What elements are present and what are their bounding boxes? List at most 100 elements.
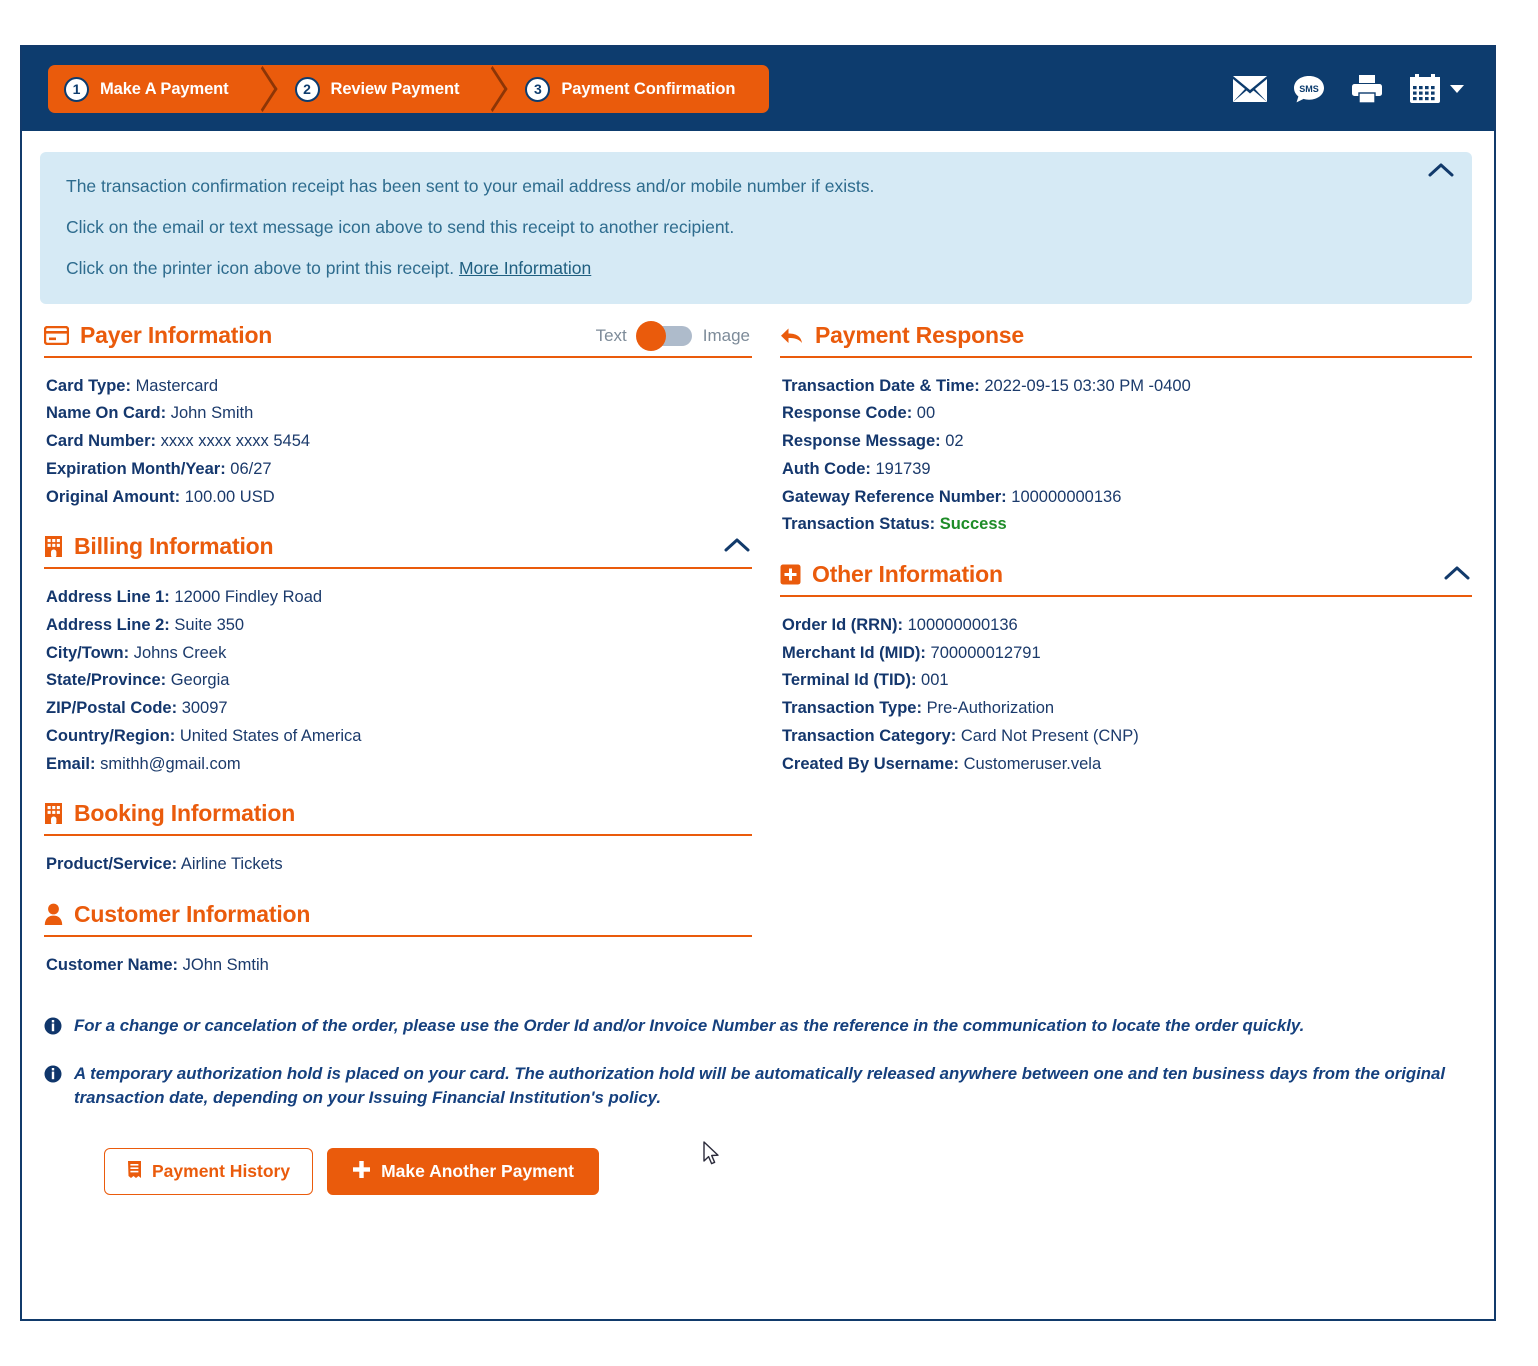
info-circle-icon <box>44 1017 62 1040</box>
step-1-label: Make A Payment <box>100 79 229 98</box>
booking-information-header: Booking Information <box>44 800 752 837</box>
field-value: Card Not Present (CNP) <box>960 726 1139 745</box>
field-key: Email: <box>46 754 96 773</box>
field-row: Terminal Id (TID): 001 <box>782 667 1472 695</box>
field-key: Merchant Id (MID): <box>782 643 926 662</box>
customer-information-fields: Customer Name: JOhn Smtih <box>44 937 752 986</box>
field-key: City/Town: <box>46 643 130 662</box>
printer-icon[interactable] <box>1351 74 1383 104</box>
payment-response-fields: Transaction Date & Time: 2022-09-15 03:3… <box>780 358 1472 545</box>
toggle-switch[interactable] <box>635 320 692 351</box>
field-key: Name On Card: <box>46 404 167 423</box>
field-key: Order Id (RRN): <box>782 615 903 634</box>
billing-information-fields: Address Line 1: 12000 Findley Road Addre… <box>44 569 752 784</box>
note-text: For a change or cancelation of the order… <box>74 1015 1305 1035</box>
field-key: Created By Username: <box>782 754 959 773</box>
step-progress-bar: 1 Make A Payment 2 Review Payment 3 Paym… <box>48 65 770 113</box>
text-image-toggle[interactable]: Text Image <box>595 320 750 351</box>
step-make-a-payment[interactable]: 1 Make A Payment <box>48 65 247 113</box>
field-key: State/Province: <box>46 671 167 690</box>
field-value: xxxx xxxx xxxx 5454 <box>160 432 311 451</box>
banner-collapse-chevron-up-icon[interactable] <box>1428 162 1454 183</box>
field-key: Address Line 1: <box>46 588 170 607</box>
step-3-label: Payment Confirmation <box>561 79 736 98</box>
field-key: Product/Service: <box>46 855 178 874</box>
field-key: Card Number: <box>46 432 157 451</box>
field-key: Terminal Id (TID): <box>782 671 917 690</box>
field-key: Card Type: <box>46 376 131 395</box>
field-row: Card Number: xxxx xxxx xxxx 5454 <box>46 428 752 456</box>
other-information-header: Other Information <box>780 561 1472 597</box>
other-collapse-chevron-up-icon[interactable] <box>1444 565 1470 586</box>
field-value: United States of America <box>179 726 362 745</box>
building-icon <box>44 802 63 826</box>
field-value: 100.00 USD <box>184 487 275 506</box>
app-header: 1 Make A Payment 2 Review Payment 3 Paym… <box>22 47 1494 131</box>
field-row: Order Id (RRN): 100000000136 <box>782 612 1472 640</box>
status-badge: Success <box>939 515 1007 534</box>
field-row: Original Amount: 100.00 USD <box>46 484 752 512</box>
step-payment-confirmation[interactable]: 3 Payment Confirmation <box>511 65 770 113</box>
chevron-down-icon[interactable] <box>1450 85 1464 93</box>
field-value: 2022-09-15 03:30 PM -0400 <box>984 376 1191 395</box>
billing-collapse-chevron-up-icon[interactable] <box>724 537 750 558</box>
field-row: Merchant Id (MID): 700000012791 <box>782 640 1472 668</box>
more-information-link[interactable]: More Information <box>459 258 591 278</box>
billing-information-title: Billing Information <box>74 533 274 560</box>
email-icon[interactable] <box>1233 76 1267 102</box>
field-key: Transaction Date & Time: <box>782 376 980 395</box>
step-1-number: 1 <box>64 76 89 102</box>
booking-information-fields: Product/Service: Airline Tickets <box>44 836 752 885</box>
footer-notes: For a change or cancelation of the order… <box>22 986 1494 1111</box>
field-row: Transaction Date & Time: 2022-09-15 03:3… <box>782 373 1472 401</box>
field-key: Response Code: <box>782 404 913 423</box>
step-separator-1-icon <box>246 65 281 113</box>
header-action-icons: SMS <box>1233 74 1472 104</box>
other-information-fields: Order Id (RRN): 100000000136 Merchant Id… <box>780 597 1472 784</box>
field-value: JOhn Smtih <box>182 955 269 974</box>
field-value: 02 <box>945 432 964 451</box>
field-key: ZIP/Postal Code: <box>46 699 178 718</box>
field-row: Address Line 2: Suite 350 <box>46 612 752 640</box>
toggle-label-image: Image <box>702 325 750 345</box>
field-row: Customer Name: JOhn Smtih <box>46 952 752 980</box>
field-key: Address Line 2: <box>46 615 170 634</box>
field-row: Transaction Type: Pre-Authorization <box>782 695 1472 723</box>
banner-line-3-text: Click on the printer icon above to print… <box>66 257 459 278</box>
payment-response-header: Payment Response <box>780 322 1472 358</box>
field-value: smithh@gmail.com <box>100 754 241 773</box>
field-row: City/Town: Johns Creek <box>46 640 752 668</box>
make-another-payment-button[interactable]: Make Another Payment <box>327 1148 599 1196</box>
field-value: Georgia <box>170 671 230 690</box>
right-column: Payment Response Transaction Date & Time… <box>768 322 1472 986</box>
banner-line-3: Click on the printer icon above to print… <box>66 258 1442 280</box>
step-review-payment[interactable]: 2 Review Payment <box>280 65 478 113</box>
payment-confirmation-page: 1 Make A Payment 2 Review Payment 3 Paym… <box>20 45 1496 1321</box>
field-value: 700000012791 <box>930 643 1041 662</box>
payer-information-fields: Card Type: Mastercard Name On Card: John… <box>44 358 752 518</box>
calendar-dropdown[interactable] <box>1409 74 1464 104</box>
field-value: 100000000136 <box>1011 487 1122 506</box>
field-value: 06/27 <box>230 459 272 478</box>
payment-history-label: Payment History <box>152 1161 291 1182</box>
field-key: Response Message: <box>782 432 941 451</box>
toggle-label-text: Text <box>595 325 627 345</box>
field-row: Transaction Category: Card Not Present (… <box>782 723 1472 751</box>
calendar-icon[interactable] <box>1409 74 1441 104</box>
field-value: 100000000136 <box>907 615 1018 634</box>
field-key: Auth Code: <box>782 459 871 478</box>
payment-history-button[interactable]: Payment History <box>104 1148 314 1196</box>
field-value: John Smith <box>170 404 254 423</box>
field-key: Original Amount: <box>46 487 181 506</box>
booking-information-title: Booking Information <box>74 800 296 827</box>
sms-icon[interactable]: SMS <box>1293 75 1325 103</box>
field-key: Customer Name: <box>46 955 179 974</box>
banner-line-2: Click on the email or text message icon … <box>66 216 735 237</box>
note-authorization-hold: A temporary authorization hold is placed… <box>44 1062 1454 1111</box>
payer-information-header: Payer Information Text Image <box>44 320 752 358</box>
field-row: Country/Region: United States of America <box>46 723 752 751</box>
toggle-knob <box>635 320 666 351</box>
plus-icon <box>352 1160 371 1184</box>
banner-line-1: The transaction confirmation receipt has… <box>66 176 875 196</box>
field-key: Expiration Month/Year: <box>46 459 226 478</box>
